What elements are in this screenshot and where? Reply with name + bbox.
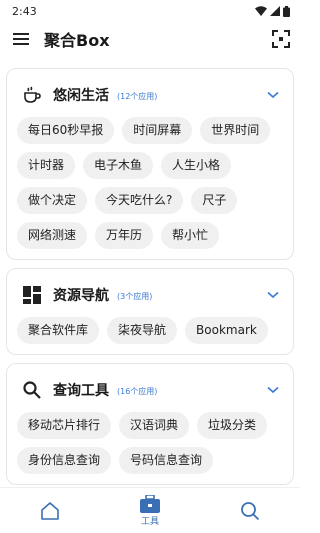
section-title: 悠闲生活	[53, 88, 109, 104]
app-chip[interactable]: 每日60秒早报	[17, 117, 115, 144]
app-chip[interactable]: 万年历	[95, 222, 154, 249]
search-icon	[241, 501, 260, 520]
battery-icon	[283, 5, 290, 17]
coffee-cup-icon	[21, 84, 43, 106]
app-chip[interactable]: 汉语词典	[119, 412, 190, 439]
app-chip[interactable]: Bookmark	[185, 317, 268, 344]
app-chip[interactable]: 人生小格	[161, 152, 232, 179]
section-card-leisure: 悠闲生活 (12个应用) 每日60秒早报 时间屏幕 世界时间 计时器 电子木鱼 …	[6, 68, 294, 260]
app-chip[interactable]: 做个决定	[17, 187, 88, 214]
home-icon	[41, 501, 59, 520]
section-count: (3个应用)	[117, 291, 153, 301]
chevron-down-icon[interactable]	[267, 386, 279, 394]
section-title: 资源导航	[53, 288, 109, 304]
nav-tools[interactable]: 工具	[120, 488, 180, 533]
app-bar: 聚合Box	[0, 22, 300, 56]
app-chip[interactable]: 移动芯片排行	[17, 412, 112, 439]
app-chip[interactable]: 帮小忙	[161, 222, 220, 249]
app-chip[interactable]: 世界时间	[200, 117, 271, 144]
status-bar: 2:43	[0, 0, 300, 22]
menu-icon[interactable]	[12, 32, 30, 46]
app-chip[interactable]: 身份信息查询	[17, 447, 112, 474]
app-chip[interactable]: 网络测速	[17, 222, 88, 249]
section-header-query[interactable]: 查询工具 (16个应用)	[17, 376, 283, 404]
app-chip[interactable]: 垃圾分类	[197, 412, 268, 439]
app-chip[interactable]: 柒夜导航	[107, 317, 178, 344]
app-chip-list: 每日60秒早报 时间屏幕 世界时间 计时器 电子木鱼 人生小格 做个决定 今天吃…	[17, 117, 283, 249]
chevron-down-icon[interactable]	[267, 291, 279, 299]
app-chip-list: 移动芯片排行 汉语词典 垃圾分类 身份信息查询 号码信息查询	[17, 412, 283, 474]
content-area: 悠闲生活 (12个应用) 每日60秒早报 时间屏幕 世界时间 计时器 电子木鱼 …	[0, 62, 300, 489]
app-chip[interactable]: 号码信息查询	[119, 447, 214, 474]
chevron-down-icon[interactable]	[267, 91, 279, 99]
app-chip[interactable]: 时间屏幕	[122, 117, 193, 144]
toolbox-icon	[140, 494, 160, 513]
app-chip[interactable]: 聚合软件库	[17, 317, 100, 344]
section-count: (16个应用)	[117, 386, 158, 396]
app-chip[interactable]: 计时器	[17, 152, 76, 179]
app-title: 聚合Box	[44, 31, 110, 50]
wifi-icon	[255, 6, 267, 16]
nav-tools-label: 工具	[140, 516, 159, 527]
scan-icon[interactable]	[272, 30, 290, 48]
bottom-nav: 工具	[0, 487, 300, 533]
app-chip-list: 聚合软件库 柒夜导航 Bookmark	[17, 317, 283, 344]
status-time: 2:43	[12, 4, 37, 18]
search-icon	[21, 379, 43, 401]
grid-icon	[21, 284, 43, 306]
section-card-query: 查询工具 (16个应用) 移动芯片排行 汉语词典 垃圾分类 身份信息查询 号码信…	[6, 363, 294, 485]
nav-search[interactable]	[220, 488, 280, 533]
status-icons	[255, 5, 290, 17]
section-count: (12个应用)	[117, 91, 158, 101]
section-header-resources[interactable]: 资源导航 (3个应用)	[17, 281, 283, 309]
app-chip[interactable]: 今天吃什么?	[95, 187, 184, 214]
app-chip[interactable]: 尺子	[191, 187, 238, 214]
section-header-leisure[interactable]: 悠闲生活 (12个应用)	[17, 81, 283, 109]
section-title: 查询工具	[53, 383, 109, 399]
app-chip[interactable]: 电子木鱼	[83, 152, 154, 179]
section-card-resources: 资源导航 (3个应用) 聚合软件库 柒夜导航 Bookmark	[6, 268, 294, 355]
signal-icon	[270, 6, 280, 16]
nav-home[interactable]	[20, 488, 80, 533]
